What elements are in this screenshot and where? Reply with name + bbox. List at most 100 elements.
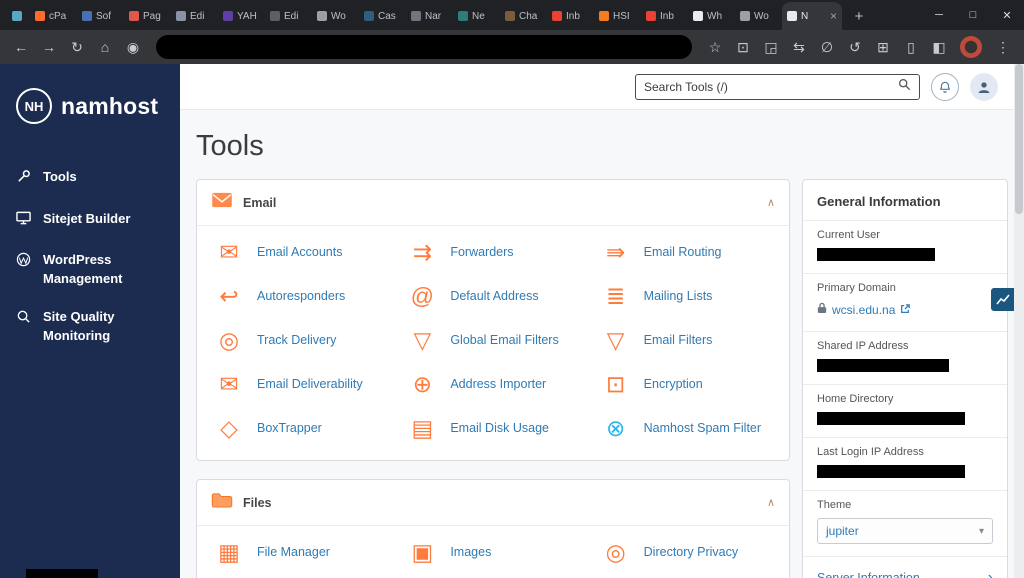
screenshot-icon[interactable]: ⊡	[730, 34, 756, 60]
window-controls: ─ □ ✕	[922, 0, 1024, 30]
tool-label[interactable]: File Manager	[257, 545, 330, 559]
browser-tab[interactable]: cPa	[30, 2, 77, 30]
apps-grid-icon[interactable]: ⊞	[870, 34, 896, 60]
passwords-icon[interactable]: ∅	[814, 34, 840, 60]
tool-global-email-filters[interactable]: ▽ Global Email Filters	[396, 318, 589, 362]
address-bar-redacted[interactable]	[156, 35, 692, 59]
home-icon[interactable]: ⌂	[92, 34, 118, 60]
analytics-flyout-button[interactable]	[991, 288, 1014, 311]
tool-email-deliverability[interactable]: ✉ Email Deliverability	[203, 362, 396, 406]
browser-tab[interactable]: YAH	[218, 2, 265, 30]
tool-label[interactable]: Images	[450, 545, 491, 559]
tool-label[interactable]: Default Address	[450, 289, 538, 303]
forward-icon[interactable]: →	[36, 34, 62, 60]
scrollbar-thumb[interactable]	[1015, 64, 1023, 214]
bookmark-star-icon[interactable]: ☆	[702, 34, 728, 60]
browser-tab-active[interactable]: N ×	[782, 2, 842, 30]
page-scrollbar[interactable]	[1014, 64, 1024, 578]
collapse-chevron-icon[interactable]: ∧	[767, 196, 775, 209]
browser-tab[interactable]: Edi	[265, 2, 312, 30]
tool-autoresponders[interactable]: ↩ Autoresponders	[203, 274, 396, 318]
share-icon[interactable]: ⇆	[786, 34, 812, 60]
browser-tab[interactable]: Inb	[641, 2, 688, 30]
browser-tab[interactable]: Wh	[688, 2, 735, 30]
tool-label[interactable]: Email Accounts	[257, 245, 342, 259]
side-panel-icon[interactable]: ◧	[926, 34, 952, 60]
tool-label[interactable]: Directory Privacy	[644, 545, 738, 559]
email-section-header[interactable]: Email ∧	[197, 180, 789, 226]
browser-tab[interactable]: Cas	[359, 2, 406, 30]
tool-forwarders[interactable]: ⇉ Forwarders	[396, 230, 589, 274]
tool-label[interactable]: Global Email Filters	[450, 333, 558, 347]
theme-select[interactable]: jupiter ▾	[817, 518, 993, 544]
tool-default-address[interactable]: @ Default Address	[396, 274, 589, 318]
close-button[interactable]: ✕	[990, 0, 1024, 30]
minimize-button[interactable]: ─	[922, 0, 956, 30]
tab-close-icon[interactable]: ×	[830, 9, 837, 23]
tool-encryption[interactable]: ⊡ Encryption	[590, 362, 783, 406]
browser-tab[interactable]: HSI	[594, 2, 641, 30]
files-section-header[interactable]: Files ∧	[197, 480, 789, 526]
tool-email-accounts[interactable]: ✉ Email Accounts	[203, 230, 396, 274]
tool-label[interactable]: Track Delivery	[257, 333, 336, 347]
sidebar-item-site-quality-monitoring[interactable]: Site Quality Monitoring	[0, 298, 180, 356]
tool-label[interactable]: Email Filters	[644, 333, 713, 347]
browser-tab[interactable]: Pag	[124, 2, 171, 30]
tool-label[interactable]: Email Disk Usage	[450, 421, 549, 435]
tool-address-importer[interactable]: ⊕ Address Importer	[396, 362, 589, 406]
tool-label[interactable]: Email Deliverability	[257, 377, 363, 391]
namhost-logo[interactable]: NH namhost	[0, 64, 180, 158]
browser-tab[interactable]: Wo	[312, 2, 359, 30]
tool-directory-privacy[interactable]: ◎ Directory Privacy	[590, 530, 783, 574]
pinned-tab[interactable]	[4, 2, 30, 30]
external-link-icon[interactable]	[900, 301, 911, 319]
browser-tab[interactable]: Ne	[453, 2, 500, 30]
tool-boxtrapper[interactable]: ◇ BoxTrapper	[203, 406, 396, 450]
browser-tab[interactable]: Inb	[547, 2, 594, 30]
tool-file-manager[interactable]: ▦ File Manager	[203, 530, 396, 574]
tool-mailing-lists[interactable]: ≣ Mailing Lists	[590, 274, 783, 318]
extensions-puzzle-icon[interactable]: ◲	[758, 34, 784, 60]
field-label: Theme	[817, 499, 852, 511]
back-icon[interactable]: ←	[8, 34, 34, 60]
reload-icon[interactable]: ↻	[64, 34, 90, 60]
search-box[interactable]	[635, 73, 920, 100]
profile-avatar[interactable]	[960, 36, 982, 58]
tool-label[interactable]: Autoresponders	[257, 289, 345, 303]
site-info-icon[interactable]: ◉	[120, 34, 146, 60]
boxtrapper-icon: ◇	[220, 415, 238, 441]
user-account-icon[interactable]	[970, 72, 998, 101]
sidebar: NH namhost Tools Sitejet Builder WordPre…	[0, 64, 180, 578]
browser-tab[interactable]: Cha	[500, 2, 547, 30]
tool-label[interactable]: Namhost Spam Filter	[644, 421, 761, 435]
maximize-button[interactable]: □	[956, 0, 990, 30]
devices-icon[interactable]: ▯	[898, 34, 924, 60]
tool-label[interactable]: Address Importer	[450, 377, 546, 391]
browser-tab[interactable]: Nar	[406, 2, 453, 30]
tool-label[interactable]: BoxTrapper	[257, 421, 322, 435]
tool-label[interactable]: Forwarders	[450, 245, 513, 259]
tool-email-filters[interactable]: ▽ Email Filters	[590, 318, 783, 362]
browser-menu-icon[interactable]: ⋮	[990, 34, 1016, 60]
tool-email-disk-usage[interactable]: ▤ Email Disk Usage	[396, 406, 589, 450]
search-input[interactable]	[644, 79, 892, 94]
tool-email-routing[interactable]: ⇛ Email Routing	[590, 230, 783, 274]
tool-images[interactable]: ▣ Images	[396, 530, 589, 574]
tool-label[interactable]: Encryption	[644, 377, 703, 391]
sidebar-item-wordpress-management[interactable]: WordPress Management	[0, 241, 180, 299]
server-information-link[interactable]: Server Information ›	[803, 556, 1007, 578]
primary-domain-link[interactable]: wcsi.edu.na	[832, 303, 895, 317]
browser-tab[interactable]: Sof	[77, 2, 124, 30]
browser-tab[interactable]: Wo	[735, 2, 782, 30]
new-tab-button[interactable]: +	[846, 3, 872, 29]
tool-namhost-spam-filter[interactable]: ⊗ Namhost Spam Filter	[590, 406, 783, 450]
history-icon[interactable]: ↺	[842, 34, 868, 60]
tool-label[interactable]: Mailing Lists	[644, 289, 713, 303]
notifications-bell-icon[interactable]	[931, 72, 959, 101]
tool-label[interactable]: Email Routing	[644, 245, 722, 259]
sidebar-item-sitejet-builder[interactable]: Sitejet Builder	[0, 200, 180, 241]
tool-track-delivery[interactable]: ◎ Track Delivery	[203, 318, 396, 362]
browser-tab[interactable]: Edi	[171, 2, 218, 30]
sidebar-item-tools[interactable]: Tools	[0, 158, 180, 200]
collapse-chevron-icon[interactable]: ∧	[767, 496, 775, 509]
